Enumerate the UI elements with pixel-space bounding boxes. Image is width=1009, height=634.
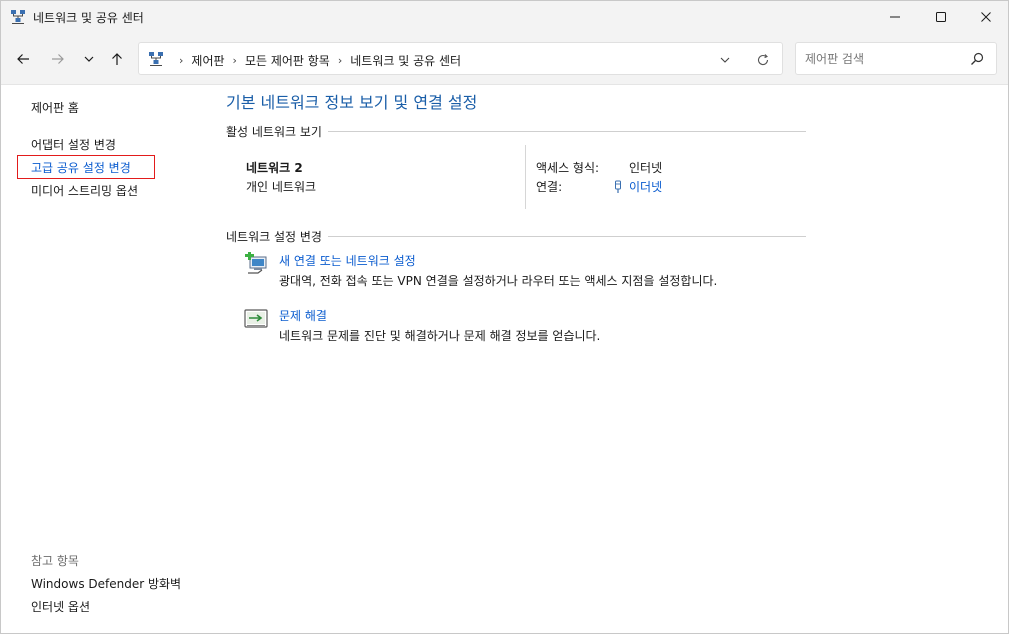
search-icon[interactable] — [970, 52, 984, 66]
new-connection-link[interactable]: 새 연결 또는 네트워크 설정 — [279, 252, 416, 269]
divider — [327, 236, 806, 237]
sidebar-link-advanced-sharing[interactable]: 고급 공유 설정 변경 — [31, 159, 131, 176]
connection-link[interactable]: 이더넷 — [612, 178, 662, 195]
minimize-button[interactable] — [872, 1, 918, 33]
arrow-up-icon — [112, 53, 122, 65]
breadcrumb: › 제어판 › 모든 제어판 항목 › 네트워크 및 공유 센터 — [171, 52, 461, 69]
sidebar-link-defender-firewall[interactable]: Windows Defender 방화벽 — [31, 575, 181, 592]
refresh-button[interactable] — [754, 51, 772, 69]
chevron-down-icon — [84, 56, 94, 62]
troubleshoot-description: 네트워크 문제를 진단 및 해결하거나 문제 해결 정보를 얻습니다. — [279, 329, 601, 343]
navigation-bar: › 제어판 › 모든 제어판 항목 › 네트워크 및 공유 센터 — [1, 33, 1008, 85]
troubleshoot-link[interactable]: 문제 해결 — [279, 307, 327, 324]
left-pane: 제어판 홈 어댑터 설정 변경 고급 공유 설정 변경 미디어 스트리밍 옵션 … — [1, 85, 221, 633]
forward-button[interactable] — [46, 47, 70, 71]
sidebar-link-control-panel-home[interactable]: 제어판 홈 — [31, 99, 79, 116]
search-input[interactable] — [805, 50, 965, 68]
chevron-right-icon[interactable]: › — [179, 54, 183, 67]
control-panel-icon — [149, 52, 163, 66]
section-header-label: 활성 네트워크 보기 — [226, 125, 322, 139]
recent-locations-button[interactable] — [77, 47, 101, 71]
arrow-right-icon — [52, 54, 64, 64]
new-connection-icon — [245, 252, 267, 274]
window-title: 네트워크 및 공유 센터 — [33, 11, 144, 25]
address-bar[interactable]: › 제어판 › 모든 제어판 항목 › 네트워크 및 공유 센터 — [138, 42, 783, 75]
divider — [327, 131, 806, 132]
sidebar-link-adapter-settings[interactable]: 어댑터 설정 변경 — [31, 136, 116, 153]
refresh-icon — [757, 54, 769, 66]
main-content: 기본 네트워크 정보 보기 및 연결 설정 활성 네트워크 보기 네트워크 2 … — [226, 85, 1008, 633]
chevron-right-icon[interactable]: › — [233, 54, 237, 67]
title-bar: 네트워크 및 공유 센터 — [1, 1, 1008, 33]
connection-label: 연결: — [536, 180, 563, 194]
breadcrumb-control-panel[interactable]: 제어판 — [191, 52, 224, 69]
section-header-active-networks: 활성 네트워크 보기 — [226, 123, 806, 140]
maximize-button[interactable] — [918, 1, 964, 33]
search-box[interactable] — [795, 42, 997, 75]
section-header-change-settings: 네트워크 설정 변경 — [226, 228, 806, 245]
connection-value[interactable]: 이더넷 — [629, 178, 662, 195]
ethernet-icon — [615, 180, 621, 193]
vertical-divider — [525, 145, 526, 209]
window: 네트워크 및 공유 센터 › 제어판 › 모든 제어판 항목 › 네트워크 및 … — [0, 0, 1009, 634]
troubleshoot-icon — [244, 309, 268, 328]
up-button[interactable] — [105, 47, 129, 71]
address-dropdown-button[interactable] — [717, 52, 733, 68]
back-button[interactable] — [11, 47, 35, 71]
minimize-icon — [890, 16, 900, 18]
access-type-value: 인터넷 — [629, 161, 663, 175]
sidebar-link-internet-options[interactable]: 인터넷 옵션 — [31, 598, 90, 615]
breadcrumb-network-center[interactable]: 네트워크 및 공유 센터 — [350, 52, 461, 69]
breadcrumb-all-items[interactable]: 모든 제어판 항목 — [245, 52, 330, 69]
network-sharing-icon — [11, 10, 25, 24]
chevron-down-icon — [720, 57, 730, 63]
access-type-label: 액세스 형식: — [536, 161, 600, 175]
see-also-heading: 참고 항목 — [31, 554, 79, 568]
network-name: 네트워크 2 — [246, 161, 303, 175]
sidebar-link-media-streaming[interactable]: 미디어 스트리밍 옵션 — [31, 182, 138, 199]
chevron-right-icon[interactable]: › — [338, 54, 342, 67]
page-title: 기본 네트워크 정보 보기 및 연결 설정 — [226, 93, 478, 112]
close-icon — [981, 12, 991, 22]
arrow-left-icon — [17, 54, 29, 64]
maximize-icon — [936, 12, 946, 22]
new-connection-description: 광대역, 전화 접속 또는 VPN 연결을 설정하거나 라우터 또는 액세스 지… — [279, 274, 718, 288]
close-button[interactable] — [963, 1, 1008, 33]
network-type: 개인 네트워크 — [246, 180, 317, 194]
section-header-label: 네트워크 설정 변경 — [226, 230, 322, 244]
